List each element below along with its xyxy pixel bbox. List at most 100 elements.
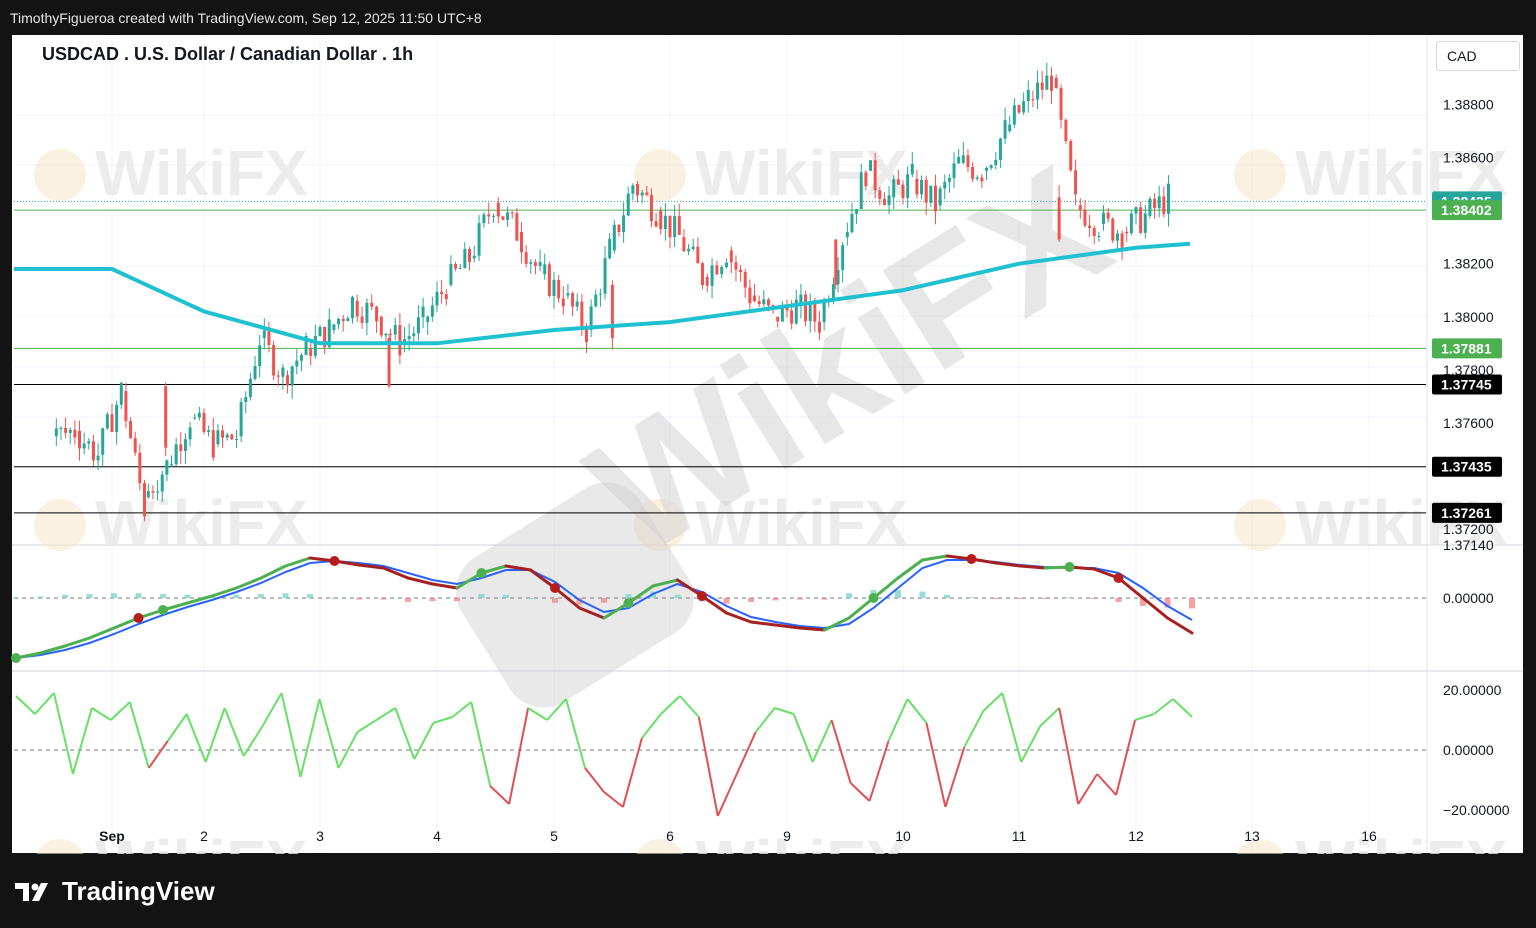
candle-body	[384, 333, 388, 336]
candle-body	[501, 216, 505, 220]
osc-segment	[413, 722, 435, 760]
candle-body	[524, 252, 528, 264]
watermark-text: WikiFX	[95, 487, 308, 559]
candle-body	[663, 215, 667, 230]
macd-histogram-bar	[1115, 598, 1122, 602]
osc-segment	[887, 698, 909, 742]
osc-segment	[204, 707, 226, 763]
candle-body	[882, 198, 886, 206]
macd-histogram-bar	[405, 598, 411, 602]
macd-histogram-bar	[919, 591, 926, 598]
osc-segment	[34, 692, 55, 715]
osc-segment	[15, 695, 36, 715]
osc-segment	[754, 707, 776, 733]
candle-body	[73, 429, 77, 438]
candle-body	[332, 324, 336, 331]
candle-body	[566, 293, 570, 296]
osc-segment	[849, 782, 871, 802]
macd-fast-segment	[749, 620, 777, 627]
candle-body	[64, 427, 68, 433]
candle-body	[1040, 82, 1044, 90]
price-axis-label: 1.38200	[1443, 256, 1494, 272]
candle-body	[197, 412, 201, 418]
candle-body	[938, 188, 942, 206]
osc-axis-label: 20.00000	[1443, 682, 1502, 698]
osc-segment	[261, 692, 283, 727]
candle-body	[1012, 105, 1016, 125]
candle-body	[1102, 212, 1106, 224]
price-axis-label: 1.38800	[1443, 96, 1494, 112]
candle-body	[267, 330, 271, 345]
candle-body	[859, 172, 863, 210]
candle-body	[179, 444, 183, 452]
osc-segment	[906, 698, 928, 724]
osc-segment	[1153, 698, 1174, 715]
candle-body	[645, 192, 649, 195]
candle-body	[547, 264, 551, 296]
candle-body	[1069, 141, 1073, 171]
watermark-text: WikiFX	[95, 137, 308, 209]
candle-body	[878, 190, 882, 199]
candle-body	[677, 216, 681, 235]
candle-body	[1022, 101, 1026, 113]
watermark-emblem	[34, 149, 86, 201]
macd-histogram-bar	[625, 594, 632, 598]
chart-canvas[interactable]: WikiFX WikiFX WikiFXWikiFX WikiFX WikiFXWiki…	[0, 0, 1536, 928]
osc-segment	[299, 698, 321, 778]
candle-body	[68, 429, 72, 433]
candle-body	[1092, 228, 1096, 236]
candle-body	[375, 306, 379, 322]
macd-fast-segment	[88, 626, 116, 640]
candle-body	[790, 310, 794, 324]
candle-body	[239, 402, 243, 437]
price-axis-label: 1.38000	[1443, 309, 1494, 325]
candle-body	[477, 223, 481, 256]
candle-body	[430, 305, 434, 317]
macd-histogram-bar	[797, 598, 803, 600]
osc-segment	[830, 719, 852, 784]
candle-body	[896, 179, 900, 185]
candle-body	[133, 438, 137, 453]
osc-segment	[166, 713, 188, 742]
candle-body	[188, 427, 192, 440]
currency-selector[interactable]: CAD	[1436, 41, 1520, 71]
watermark-emblem	[34, 499, 86, 551]
candle-body	[1139, 207, 1143, 233]
candle-body	[1125, 231, 1129, 234]
candle-body	[640, 192, 644, 196]
candle-body	[295, 360, 299, 367]
candle-body	[360, 316, 364, 323]
chart-title: USDCAD . U.S. Dollar / Canadian Dollar .…	[42, 44, 413, 64]
macd-crossover-dot	[550, 583, 560, 593]
macd-histogram-bar	[454, 598, 460, 602]
macd-histogram-bar	[944, 594, 950, 598]
candle-body	[603, 258, 607, 294]
osc-segment	[697, 716, 719, 817]
time-axis-label: 10	[895, 828, 911, 844]
macd-histogram-bar	[503, 594, 509, 598]
candle-body	[817, 321, 821, 333]
osc-segment	[622, 737, 643, 808]
price-axis-label: 1.37140	[1443, 537, 1494, 553]
candle-body	[290, 366, 294, 386]
candle-body	[845, 232, 849, 238]
candle-body	[975, 177, 979, 179]
candle-body	[407, 336, 411, 340]
osc-segment	[110, 701, 131, 721]
candle-body	[892, 179, 896, 198]
candle-body	[720, 267, 724, 275]
candle-body	[492, 215, 496, 217]
watermark-emblem	[1234, 149, 1286, 201]
osc-segment	[71, 707, 93, 775]
candle-body	[841, 245, 845, 270]
candle-body	[822, 302, 826, 323]
time-axis-label: 4	[433, 828, 441, 844]
candle-body	[225, 434, 229, 438]
macd-crossover-dot	[966, 554, 977, 564]
osc-segment	[91, 707, 112, 721]
macd-histogram-bar	[1017, 598, 1024, 599]
candle-body	[920, 179, 924, 195]
candle-body	[1064, 119, 1068, 142]
tradingview-logo[interactable]: TradingView	[14, 876, 215, 907]
macd-histogram-bar	[37, 596, 44, 598]
